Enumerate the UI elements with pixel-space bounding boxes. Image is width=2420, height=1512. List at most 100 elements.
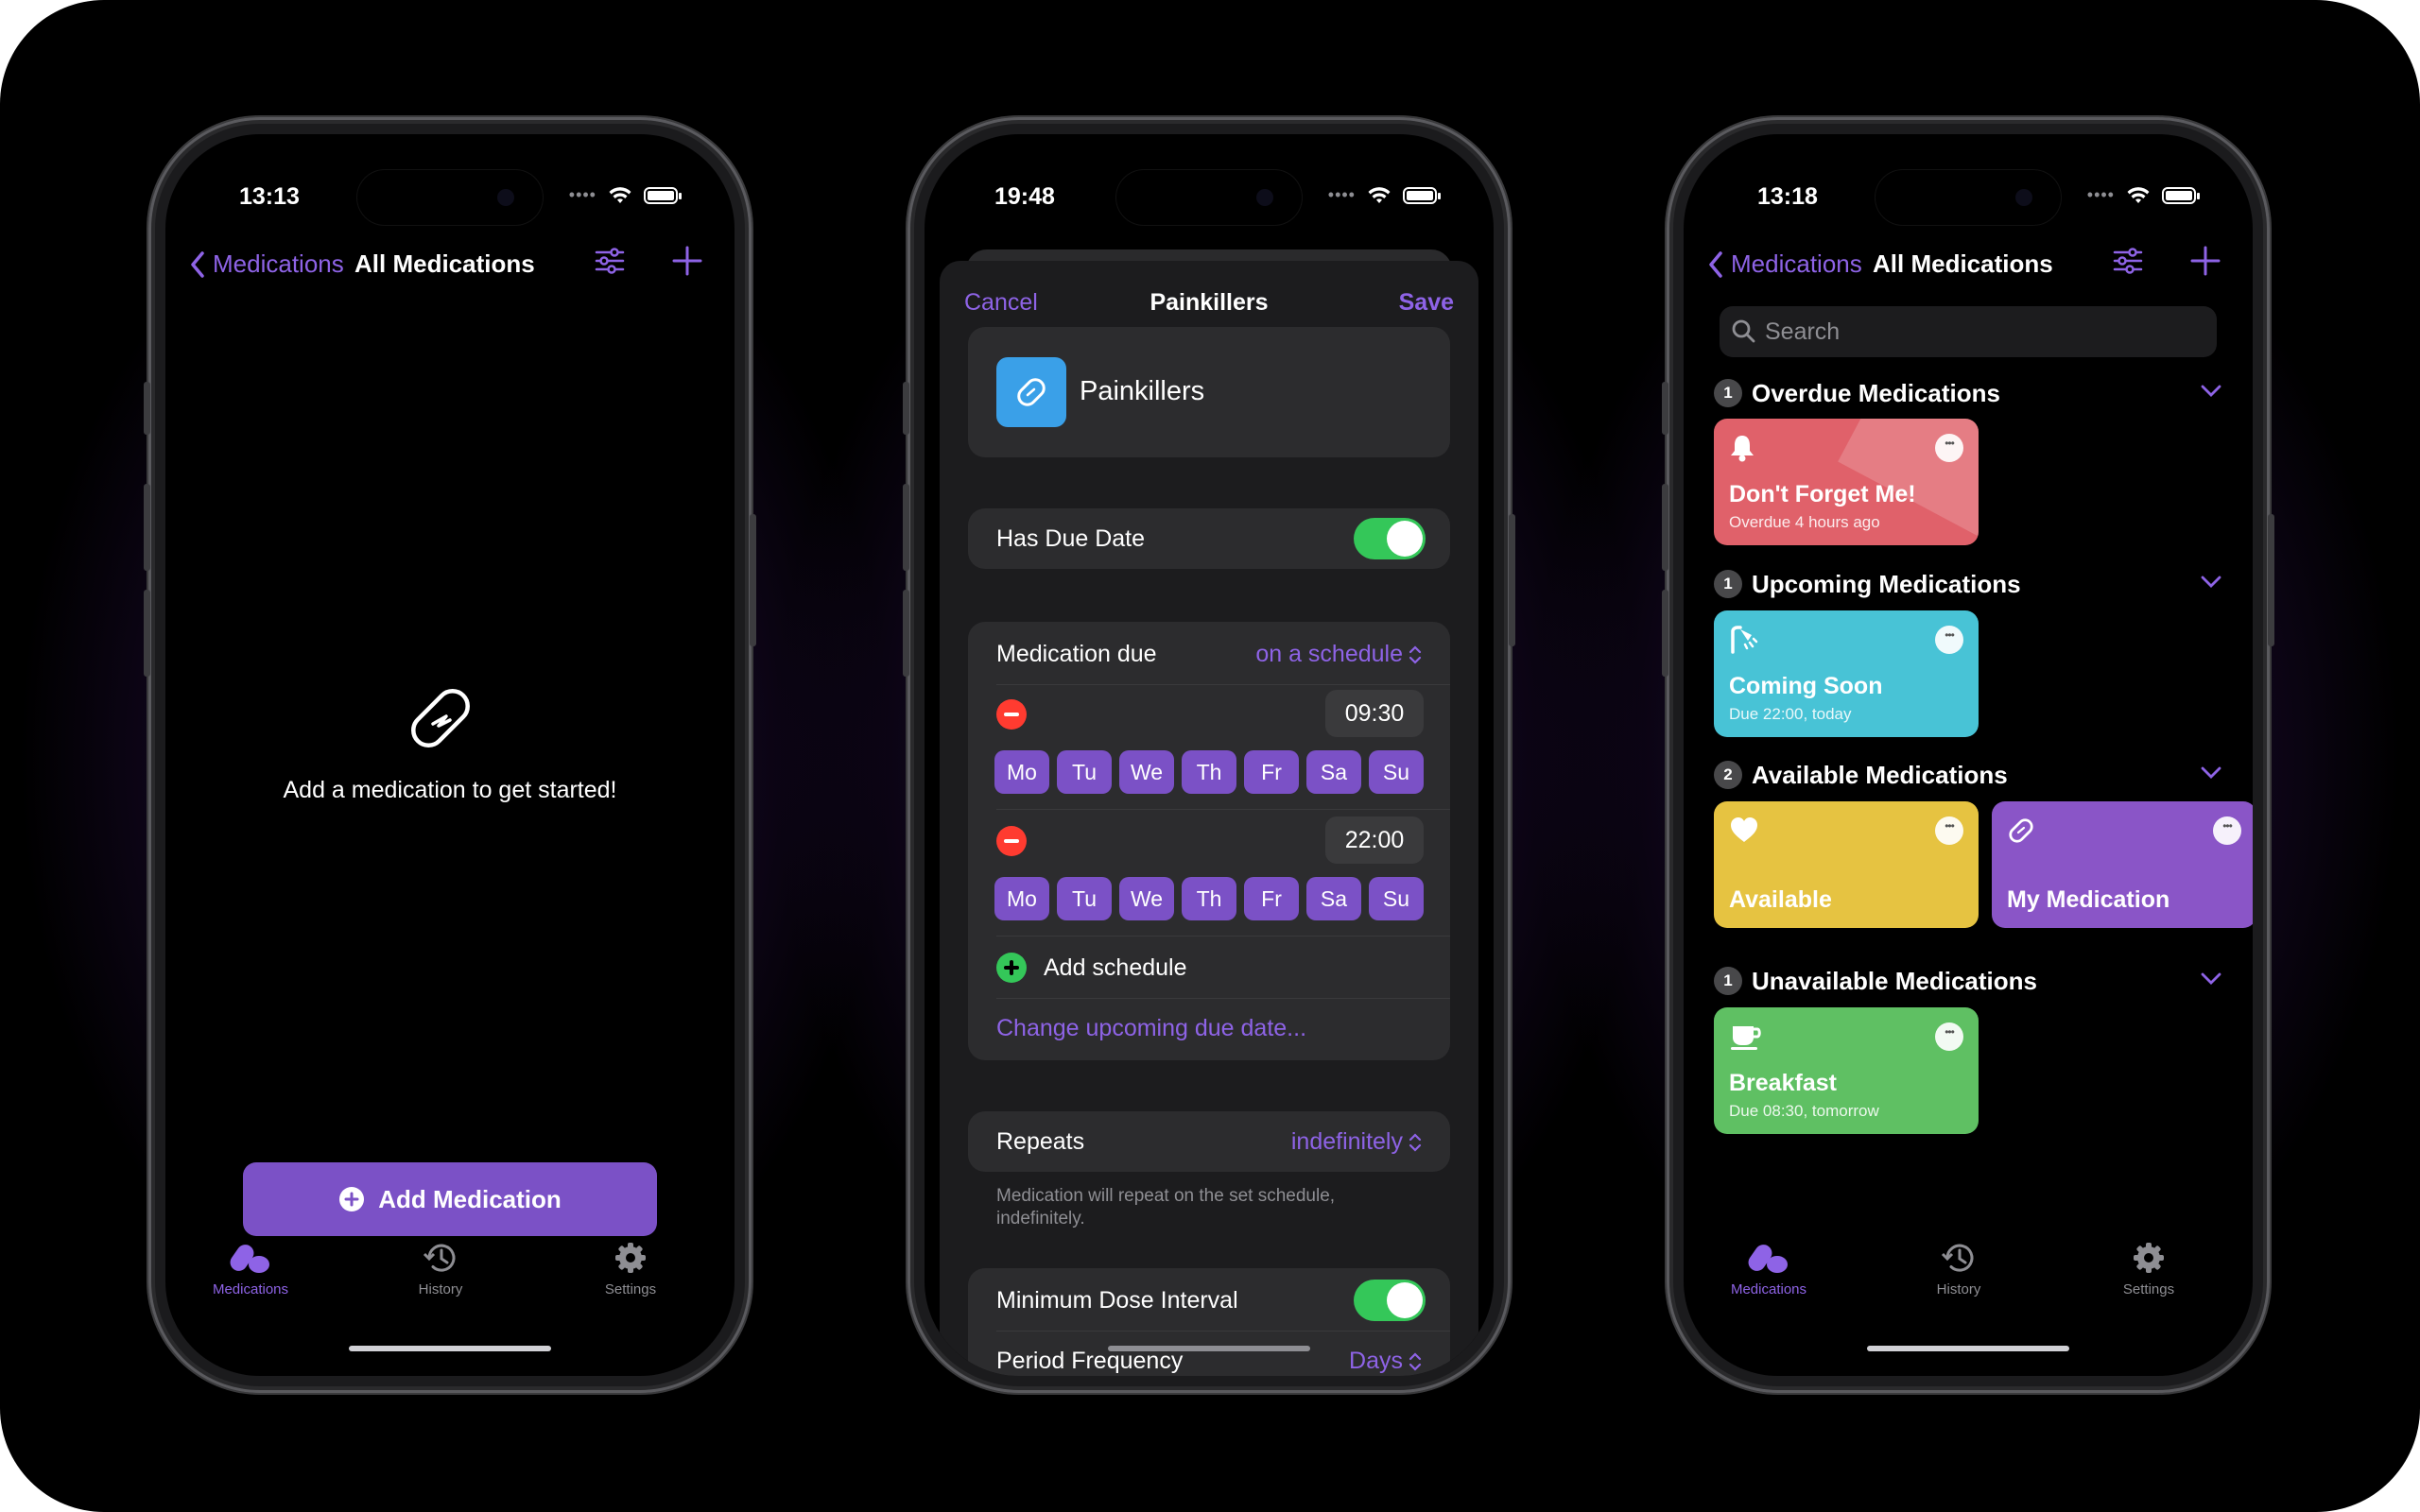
dynamic-island [357,170,543,225]
medication-card-available[interactable]: Available [1714,801,1979,928]
signal-icon: •••• [2086,185,2115,204]
min-dose-label: Minimum Dose Interval [996,1287,1238,1314]
day-button[interactable]: Fr [1244,750,1299,794]
medication-card-my-medication[interactable]: My Medication [1992,801,2253,928]
section-title: Available Medications [1752,761,2008,789]
tab-label: Medications [1730,1281,1807,1297]
battery-icon [1403,186,1441,204]
back-label: Medications [213,249,344,278]
medication-due-picker[interactable]: on a schedule [1255,641,1422,668]
repeats-picker[interactable]: indefinitely [1291,1128,1422,1156]
more-options-button[interactable] [1935,816,1963,845]
bell-icon [1731,436,1754,462]
add-medication-label: Add Medication [378,1184,562,1213]
medication-card-upcoming[interactable]: Coming Soon Due 22:00, today [1714,610,1979,737]
phone-medication-list: 13:18 •••• Medications All Medications S… [1662,117,2274,1393]
screen: 13:18 •••• Medications All Medications S… [1684,134,2253,1376]
home-indicator [1108,1346,1310,1351]
remove-schedule-button[interactable] [996,826,1027,856]
search-field[interactable]: Search [1720,306,2217,357]
sliders-icon[interactable] [2109,242,2147,280]
medication-icon-button[interactable] [996,357,1066,427]
day-button[interactable]: Sa [1306,750,1361,794]
back-button[interactable]: Medications [190,249,344,279]
section-title: Unavailable Medications [1752,967,2037,995]
medication-card-breakfast[interactable]: Breakfast Due 08:30, tomorrow [1714,1007,1979,1134]
power-button [750,514,756,646]
more-options-button[interactable] [1935,434,1963,462]
tab-medications[interactable]: Medications [1712,1240,1825,1297]
save-button[interactable]: Save [1399,289,1454,317]
period-frequency-label: Period Frequency [996,1348,1184,1374]
add-medication-button[interactable]: Add Medication [243,1162,657,1236]
sliders-icon[interactable] [591,242,629,280]
due-date-group: Has Due Date [968,508,1450,569]
pill-icon [2009,818,2033,843]
day-button[interactable]: Su [1369,877,1424,920]
battery-icon [2162,186,2200,204]
plus-icon[interactable] [668,242,706,280]
medication-due-value: on a schedule [1255,641,1403,667]
section-unavailable-header[interactable]: 1 Unavailable Medications [1714,962,2222,1000]
shower-icon [1731,626,1758,654]
tab-settings[interactable]: Settings [574,1240,687,1297]
back-button[interactable]: Medications [1708,249,1862,279]
repeats-label: Repeats [996,1128,1085,1155]
battery-icon [644,186,682,204]
day-button[interactable]: Tu [1057,750,1112,794]
more-options-button[interactable] [1935,1022,1963,1051]
card-title: Coming Soon [1729,673,1883,699]
period-frequency-picker[interactable]: Days [1349,1348,1422,1375]
section-available-header[interactable]: 2 Available Medications [1714,756,2222,794]
remove-schedule-button[interactable] [996,699,1027,730]
card-title: My Medication [2007,886,2170,913]
chevron-down-icon [2201,766,2221,779]
day-button[interactable]: Fr [1244,877,1299,920]
tab-history[interactable]: History [384,1240,497,1297]
section-overdue-header[interactable]: 1 Overdue Medications [1714,374,2222,412]
schedule-time[interactable]: 09:30 [1325,690,1424,737]
chevron-up-down-icon [1409,1132,1422,1152]
day-button[interactable]: Sa [1306,877,1361,920]
canvas: 13:13 •••• Medications All Medications A… [0,0,2420,1512]
tab-history[interactable]: History [1902,1240,2015,1297]
repeats-footnote: Medication will repeat on the set schedu… [996,1186,1336,1228]
card-subtitle: Due 22:00, today [1729,705,1852,723]
chevron-down-icon [2201,576,2221,588]
count-badge: 1 [1714,379,1742,407]
plus-icon[interactable] [2187,242,2224,280]
day-button[interactable]: Tu [1057,877,1112,920]
tab-medications[interactable]: Medications [194,1240,307,1297]
plus-circle-icon [339,1187,365,1211]
change-due-date-link[interactable]: Change upcoming due date... [996,1015,1306,1042]
day-button[interactable]: We [1119,750,1174,794]
period-frequency-value: Days [1349,1348,1403,1374]
pill-icon [1017,378,1046,406]
tab-label: History [1936,1281,1981,1297]
day-button[interactable]: Th [1182,750,1236,794]
min-dose-toggle[interactable] [1354,1280,1426,1321]
nav-bar: Medications All Medications [165,232,735,289]
medication-card-overdue[interactable]: Don't Forget Me! Overdue 4 hours ago [1714,419,1979,545]
card-title: Don't Forget Me! [1729,481,1916,507]
has-due-date-toggle[interactable] [1354,518,1426,559]
section-upcoming-header[interactable]: 1 Upcoming Medications [1714,565,2222,603]
add-schedule-button[interactable]: Add schedule [996,953,1187,983]
separator [996,809,1450,810]
count-badge: 1 [1714,570,1742,598]
tab-label: Settings [604,1281,657,1297]
day-button[interactable]: Su [1369,750,1424,794]
medication-name-field[interactable]: Painkillers [1080,376,1204,407]
more-options-button[interactable] [1935,626,1963,654]
chevron-down-icon [2201,385,2221,397]
weekday-picker: Mo Tu We Th Fr Sa Su [994,750,1424,794]
tab-settings[interactable]: Settings [2092,1240,2205,1297]
cup-icon [1731,1026,1761,1050]
day-button[interactable]: Mo [994,877,1049,920]
dynamic-island [1876,170,2061,225]
more-options-button[interactable] [2213,816,2241,845]
schedule-time[interactable]: 22:00 [1325,816,1424,864]
day-button[interactable]: Th [1182,877,1236,920]
day-button[interactable]: Mo [994,750,1049,794]
day-button[interactable]: We [1119,877,1174,920]
